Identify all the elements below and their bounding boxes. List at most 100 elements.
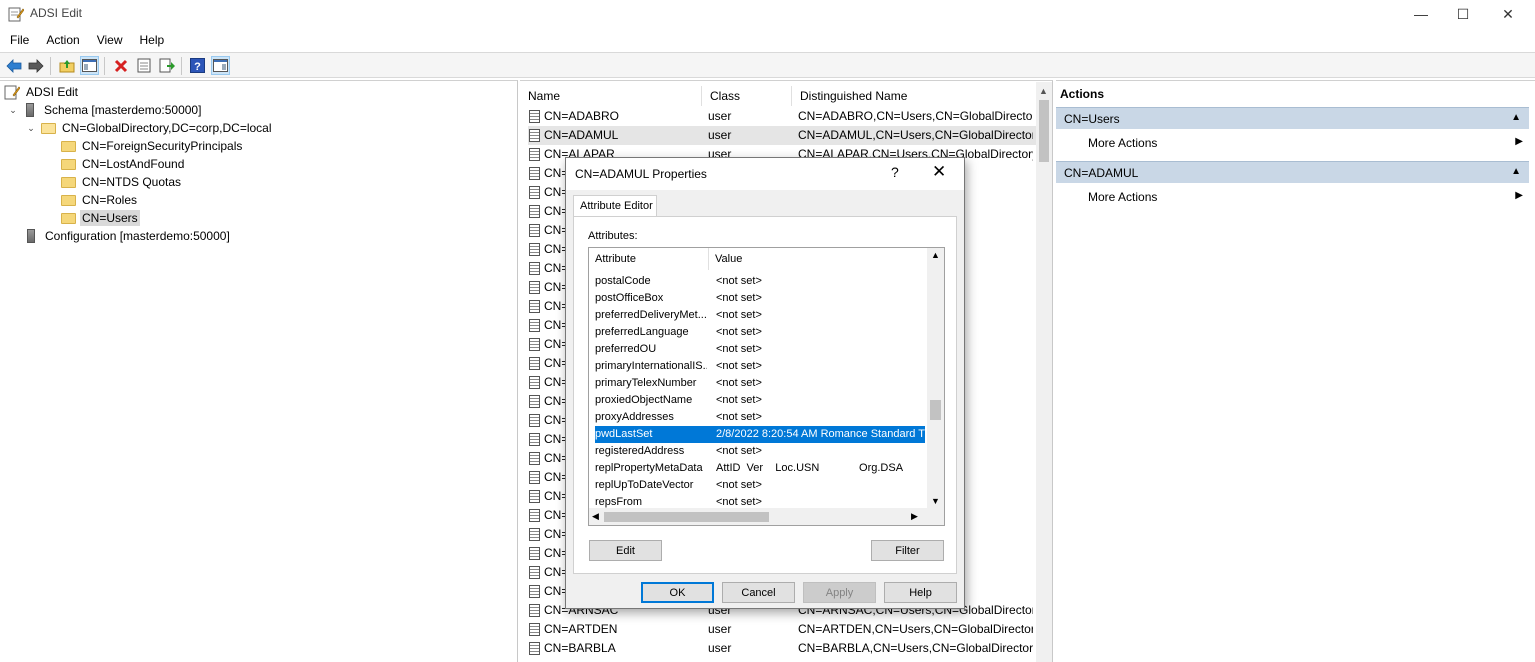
- attribute-name: preferredDeliveryMet...: [595, 309, 707, 321]
- attribute-row[interactable]: primaryInternationalIS... <not set>: [595, 358, 925, 375]
- scroll-left-icon[interactable]: ◀: [592, 511, 599, 522]
- attribute-row[interactable]: postalCode <not set>: [595, 273, 925, 290]
- back-arrow-icon[interactable]: [4, 56, 23, 75]
- show-hide-action-pane-icon[interactable]: [211, 56, 230, 75]
- menu-action[interactable]: Action: [36, 30, 86, 50]
- chevron-down-icon[interactable]: ⌄: [8, 105, 18, 116]
- apply-button[interactable]: Apply: [803, 582, 876, 603]
- column-header-value[interactable]: Value: [709, 248, 928, 270]
- attribute-value: <not set>: [716, 479, 762, 491]
- results-list-scrollbar[interactable]: ▲: [1036, 82, 1052, 662]
- column-header-name[interactable]: Name: [520, 86, 702, 106]
- export-list-icon[interactable]: [157, 56, 176, 75]
- menu-file[interactable]: File: [0, 30, 36, 50]
- column-header-class[interactable]: Class: [702, 86, 792, 106]
- column-header-attribute[interactable]: Attribute: [589, 248, 709, 270]
- forward-arrow-icon[interactable]: [26, 56, 45, 75]
- attribute-row[interactable]: registeredAddress <not set>: [595, 443, 925, 460]
- scroll-right-icon[interactable]: ▶: [911, 511, 918, 522]
- menu-view[interactable]: View: [87, 30, 130, 50]
- user-object-icon: [529, 547, 540, 560]
- tree-node-lostandfound[interactable]: CN=LostAndFound: [61, 155, 186, 173]
- tree-node-foreignsecurityprincipals[interactable]: CN=ForeignSecurityPrincipals: [61, 137, 244, 155]
- user-object-icon: [529, 414, 540, 427]
- attribute-row[interactable]: preferredOU <not set>: [595, 341, 925, 358]
- row-name: CN=ADAMUL: [544, 128, 619, 142]
- adsi-edit-app-icon: [8, 7, 24, 22]
- scrollbar-thumb[interactable]: [1039, 100, 1049, 162]
- attributes-list: Attribute Value postalCode <not set> postO…: [588, 247, 945, 526]
- dialog-close-button[interactable]: ✕: [932, 162, 946, 182]
- list-row[interactable]: CN=ADABRO user CN=ADABRO,CN=Users,CN=Globa…: [528, 107, 1038, 126]
- attribute-row[interactable]: proxiedObjectName <not set>: [595, 392, 925, 409]
- edit-button[interactable]: Edit: [589, 540, 662, 561]
- ok-button[interactable]: OK: [641, 582, 714, 603]
- tree-node-roles[interactable]: CN=Roles: [61, 191, 139, 209]
- tree-node-schema[interactable]: ⌄ Schema [masterdemo:50000]: [8, 101, 203, 119]
- more-actions-adamul[interactable]: More Actions ▶: [1088, 190, 1529, 204]
- user-object-icon: [529, 623, 540, 636]
- list-row[interactable]: CN=BARBLA user CN=BARBLA,CN=Users,CN=Globa…: [528, 639, 1038, 658]
- close-window-button[interactable]: ✕: [1485, 0, 1531, 28]
- show-hide-tree-icon[interactable]: [80, 56, 99, 75]
- up-folder-icon[interactable]: [57, 56, 76, 75]
- window-titlebar: ADSI Edit — ☐ ✕: [0, 0, 1535, 28]
- help-button[interactable]: Help: [884, 582, 957, 603]
- attribute-row[interactable]: preferredLanguage <not set>: [595, 324, 925, 341]
- user-object-icon: [529, 167, 540, 180]
- list-row[interactable]: CN=ARTDEN user CN=ARTDEN,CN=Users,CN=Globa…: [528, 620, 1038, 639]
- submenu-arrow-icon: ▶: [1515, 190, 1523, 201]
- dialog-titlebar: CN=ADAMUL Properties ? ✕: [566, 158, 964, 190]
- dialog-help-button[interactable]: ?: [891, 164, 899, 180]
- minimize-button[interactable]: —: [1398, 0, 1444, 28]
- tree-root-adsi-edit[interactable]: ADSI Edit: [4, 83, 80, 101]
- delete-icon[interactable]: [111, 56, 130, 75]
- attribute-row[interactable]: proxyAddresses <not set>: [595, 409, 925, 426]
- attributes-horizontal-scrollbar[interactable]: ◀ ▶: [589, 508, 944, 525]
- attribute-row[interactable]: replUpToDateVector <not set>: [595, 477, 925, 494]
- tree-node-users[interactable]: CN=Users: [61, 209, 140, 227]
- list-row[interactable]: CN=ADAMUL user CN=ADAMUL,CN=Users,CN=Globa…: [528, 126, 1038, 145]
- folder-icon: [61, 176, 76, 188]
- attribute-row[interactable]: primaryTelexNumber <not set>: [595, 375, 925, 392]
- tree-node-ntds-quotas[interactable]: CN=NTDS Quotas: [61, 173, 183, 191]
- cancel-button[interactable]: Cancel: [722, 582, 795, 603]
- tab-attribute-editor[interactable]: Attribute Editor: [573, 195, 657, 217]
- menu-bar: File Action View Help: [0, 30, 171, 50]
- scrollbar-thumb[interactable]: [930, 400, 941, 420]
- user-object-icon: [529, 338, 540, 351]
- properties-icon[interactable]: [134, 56, 153, 75]
- chevron-down-icon[interactable]: ⌄: [26, 123, 36, 134]
- attribute-name: pwdLastSet: [595, 428, 653, 440]
- attribute-row[interactable]: postOfficeBox <not set>: [595, 290, 925, 307]
- column-header-distinguished-name[interactable]: Distinguished Name: [792, 86, 1037, 106]
- filter-button[interactable]: Filter: [871, 540, 944, 561]
- attributes-vertical-scrollbar[interactable]: ▲ ▼: [927, 248, 944, 508]
- help-icon[interactable]: ?: [188, 56, 207, 75]
- more-actions-users[interactable]: More Actions ▶: [1088, 136, 1529, 150]
- attribute-row[interactable]: preferredDeliveryMet... <not set>: [595, 307, 925, 324]
- tree-node-globaldirectory[interactable]: ⌄ CN=GlobalDirectory,DC=corp,DC=local: [26, 119, 274, 137]
- attribute-value: <not set>: [716, 309, 762, 321]
- scroll-up-icon[interactable]: ▲: [1039, 86, 1048, 96]
- user-object-icon: [529, 471, 540, 484]
- attribute-row[interactable]: pwdLastSet 2/8/2022 8:20:54 AM Romance St…: [595, 426, 926, 443]
- scrollbar-thumb[interactable]: [604, 512, 769, 522]
- attribute-value: <not set>: [716, 445, 762, 457]
- scroll-down-icon[interactable]: ▼: [931, 496, 940, 506]
- user-object-icon: [529, 528, 540, 541]
- collapse-icon[interactable]: ▲: [1511, 112, 1521, 123]
- maximize-button[interactable]: ☐: [1440, 0, 1486, 28]
- adsi-edit-icon: [4, 85, 20, 100]
- folder-icon: [61, 212, 76, 224]
- tree-node-configuration[interactable]: Configuration [masterdemo:50000]: [24, 227, 232, 245]
- user-object-icon: [529, 262, 540, 275]
- scroll-up-icon[interactable]: ▲: [931, 250, 940, 260]
- attribute-row[interactable]: replPropertyMetaData AttID Ver Loc.USN Or…: [595, 460, 925, 477]
- collapse-icon[interactable]: ▲: [1511, 166, 1521, 177]
- actions-section-users[interactable]: CN=Users ▲: [1056, 107, 1529, 129]
- folder-icon: [61, 194, 76, 206]
- menu-help[interactable]: Help: [130, 30, 172, 50]
- attribute-name: repsFrom: [595, 496, 643, 508]
- actions-section-adamul[interactable]: CN=ADAMUL ▲: [1056, 161, 1529, 183]
